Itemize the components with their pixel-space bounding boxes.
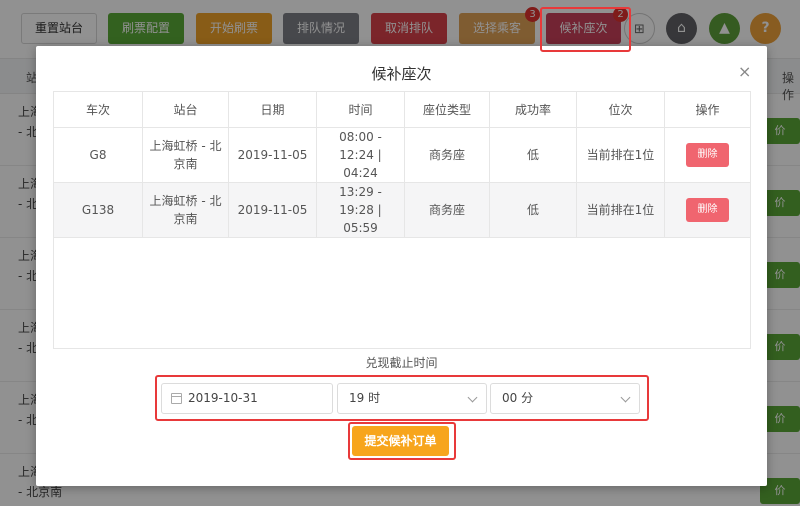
col-date: 日期	[229, 92, 317, 127]
waitlist-table: 车次 站台 日期 时间 座位类型 成功率 位次 操作 G8 上海虹桥 - 北京南…	[53, 91, 751, 349]
delete-button[interactable]: 删除	[686, 198, 729, 222]
cell-train: G138	[54, 183, 143, 237]
cell-rank: 当前排在1位	[577, 183, 665, 237]
submit-waitlist-order-button[interactable]: 提交候补订单	[352, 426, 449, 456]
minute-value: 00 分	[502, 391, 534, 405]
cell-seat-type: 商务座	[405, 183, 490, 237]
cell-date: 2019-11-05	[229, 128, 317, 182]
cell-station: 上海虹桥 - 北京南	[143, 128, 229, 182]
cell-seat-type: 商务座	[405, 128, 490, 182]
cell-action: 删除	[665, 128, 750, 182]
cell-rank: 当前排在1位	[577, 128, 665, 182]
calendar-icon	[171, 393, 182, 404]
chevron-down-icon	[467, 392, 478, 403]
date-value: 2019-10-31	[188, 391, 258, 405]
deadline-label: 兑现截止时间	[365, 356, 438, 370]
modal-title: 候补座次	[371, 65, 432, 83]
chevron-down-icon	[620, 392, 631, 403]
col-rank: 位次	[577, 92, 665, 127]
table-row: G138 上海虹桥 - 北京南 2019-11-05 13:29 - 19:28…	[54, 183, 750, 238]
deadline-minute-select[interactable]: 00 分	[490, 383, 640, 414]
col-train: 车次	[54, 92, 143, 127]
col-action: 操作	[695, 102, 720, 117]
delete-button[interactable]: 删除	[686, 143, 729, 167]
cell-time: 13:29 - 19:28 | 05:59	[317, 183, 405, 237]
table-header: 车次 站台 日期 时间 座位类型 成功率 位次 操作	[54, 92, 750, 128]
cell-date: 2019-11-05	[229, 183, 317, 237]
cell-action: 删除	[665, 183, 750, 237]
cell-time: 08:00 - 12:24 | 04:24	[317, 128, 405, 182]
waitlist-modal: 候补座次 × 车次 站台 日期 时间 座位类型 成功率 位次 操作 G8 上海虹…	[36, 46, 767, 486]
table-row: G8 上海虹桥 - 北京南 2019-11-05 08:00 - 12:24 |…	[54, 128, 750, 183]
col-station: 站台	[143, 92, 229, 127]
cell-train: G8	[54, 128, 143, 182]
cell-success-rate: 低	[490, 183, 577, 237]
col-seat-type: 座位类型	[405, 92, 490, 127]
close-icon[interactable]: ×	[738, 62, 751, 81]
col-success-rate: 成功率	[490, 92, 577, 127]
cell-success-rate: 低	[490, 128, 577, 182]
cell-station: 上海虹桥 - 北京南	[143, 183, 229, 237]
deadline-hour-select[interactable]: 19 时	[337, 383, 487, 414]
col-time: 时间	[317, 92, 405, 127]
deadline-date-picker[interactable]: 2019-10-31	[161, 383, 333, 414]
hour-value: 19 时	[349, 391, 381, 405]
